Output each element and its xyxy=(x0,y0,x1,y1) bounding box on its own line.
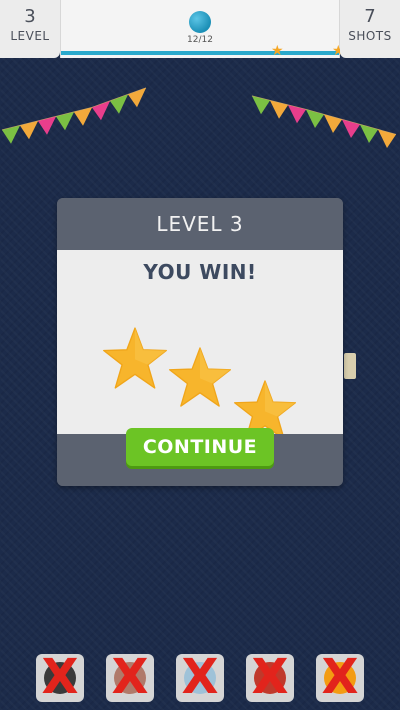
item-slot[interactable]: X xyxy=(316,654,364,702)
bunting-flag xyxy=(56,112,74,131)
bunting-flag xyxy=(2,125,20,144)
level-indicator: 3 LEVEL xyxy=(0,0,60,58)
shots-label: SHOTS xyxy=(348,29,392,43)
item-slot[interactable]: X xyxy=(176,654,224,702)
ball-icon xyxy=(189,11,211,33)
top-hud: 3 LEVEL 12/12 ★ ★ 7 SHOTS xyxy=(0,0,400,58)
progress-bar xyxy=(61,51,339,55)
bunting-flag xyxy=(360,124,378,143)
item-slot[interactable]: X xyxy=(106,654,154,702)
progress-panel: 12/12 ★ ★ xyxy=(60,0,345,59)
shots-number: 7 xyxy=(364,6,376,27)
locked-cross-icon: X xyxy=(251,654,289,702)
progress-text: 12/12 xyxy=(187,35,213,45)
shots-indicator: 7 SHOTS xyxy=(340,0,400,58)
bunting-flag xyxy=(38,116,56,135)
bunting-flag xyxy=(288,105,306,124)
bunting-flag xyxy=(342,119,360,138)
progress-fill xyxy=(61,51,339,55)
progress-star-icon: ★ xyxy=(271,43,284,59)
bunting-flag xyxy=(306,109,324,128)
bunting-flag xyxy=(20,121,38,140)
win-dialog: LEVEL 3 YOU WIN! CONTINUE xyxy=(57,198,343,486)
locked-cross-icon: X xyxy=(111,654,149,702)
dialog-title: LEVEL 3 xyxy=(57,198,343,250)
continue-button[interactable]: CONTINUE xyxy=(126,428,274,466)
bunting-flag xyxy=(252,96,270,115)
bunting-flag xyxy=(270,100,288,119)
star-icon xyxy=(168,347,232,407)
bunting-string xyxy=(1,87,147,131)
star-icon xyxy=(103,327,167,389)
bunting-flag xyxy=(324,114,342,133)
dialog-footer: CONTINUE xyxy=(57,428,343,486)
dialog-body: YOU WIN! xyxy=(57,250,343,440)
item-slot[interactable]: X xyxy=(246,654,294,702)
bunting-flag xyxy=(378,129,396,148)
locked-cross-icon: X xyxy=(321,654,359,702)
bottom-item-bar: X X X X X xyxy=(0,648,400,710)
item-slot[interactable]: X xyxy=(36,654,84,702)
bunting-flag xyxy=(74,107,92,126)
locked-cross-icon: X xyxy=(41,654,79,702)
level-number: 3 xyxy=(24,6,36,27)
level-label: LEVEL xyxy=(10,29,50,43)
win-message: YOU WIN! xyxy=(143,260,257,284)
locked-cross-icon: X xyxy=(181,654,219,702)
side-tab xyxy=(344,353,356,379)
